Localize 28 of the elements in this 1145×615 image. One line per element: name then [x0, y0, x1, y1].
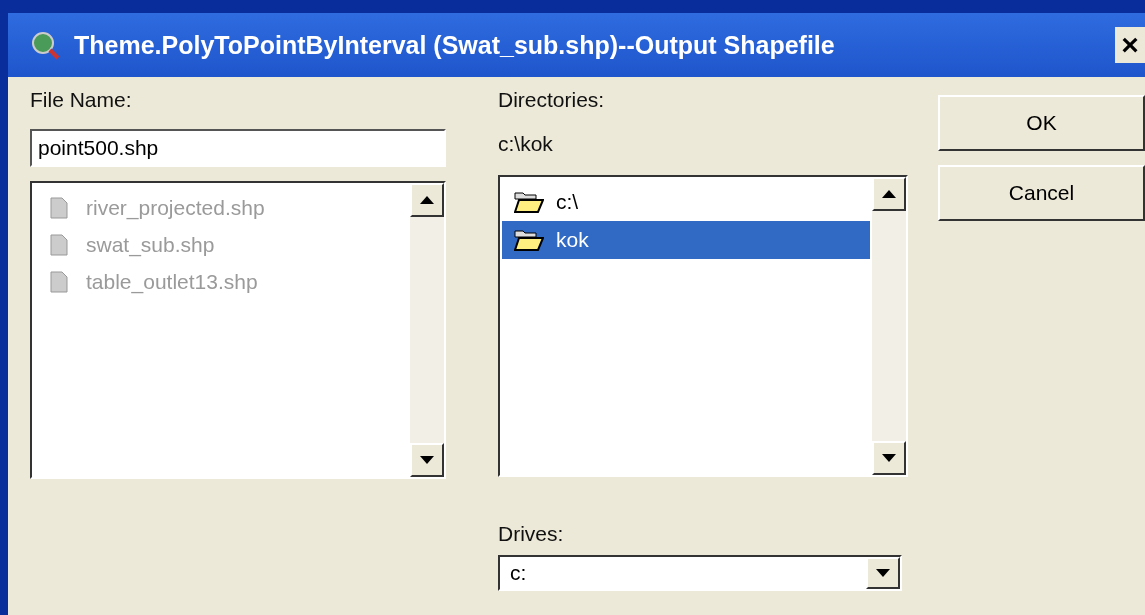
file-icon: [50, 196, 68, 219]
down-arrow-icon: [882, 454, 896, 462]
scroll-up-button[interactable]: [872, 177, 906, 211]
file-icon: [50, 233, 68, 256]
down-arrow-icon: [420, 456, 434, 464]
directory-list-item[interactable]: kok: [502, 221, 870, 259]
file-name-field[interactable]: point500.shp: [30, 129, 446, 167]
scroll-down-button[interactable]: [410, 443, 444, 477]
scrollbar[interactable]: [410, 183, 444, 477]
close-button[interactable]: ×: [1115, 27, 1145, 63]
dialog-button[interactable]: Cancel: [938, 165, 1145, 221]
directories-label: Directories:: [498, 87, 606, 113]
dialog-button[interactable]: OK: [938, 95, 1145, 151]
drives-label: Drives:: [498, 521, 565, 547]
drives-dropdown[interactable]: c:: [498, 555, 902, 591]
current-path: c:\kok: [498, 131, 554, 157]
up-arrow-icon: [882, 190, 896, 198]
down-arrow-icon: [876, 569, 890, 577]
scroll-down-button[interactable]: [872, 441, 906, 475]
directory-list-item[interactable]: c:\: [502, 183, 870, 221]
file-icon: [50, 270, 68, 293]
file-name-label: File Name:: [30, 87, 133, 113]
folder-icon: [514, 228, 544, 252]
folder-icon: [514, 190, 544, 214]
scroll-up-button[interactable]: [410, 183, 444, 217]
window-title: Theme.PolyToPointByInterval (Swat_sub.shp)--Output Shapefile: [74, 30, 836, 60]
scrollbar[interactable]: [872, 177, 906, 475]
up-arrow-icon: [420, 196, 434, 204]
